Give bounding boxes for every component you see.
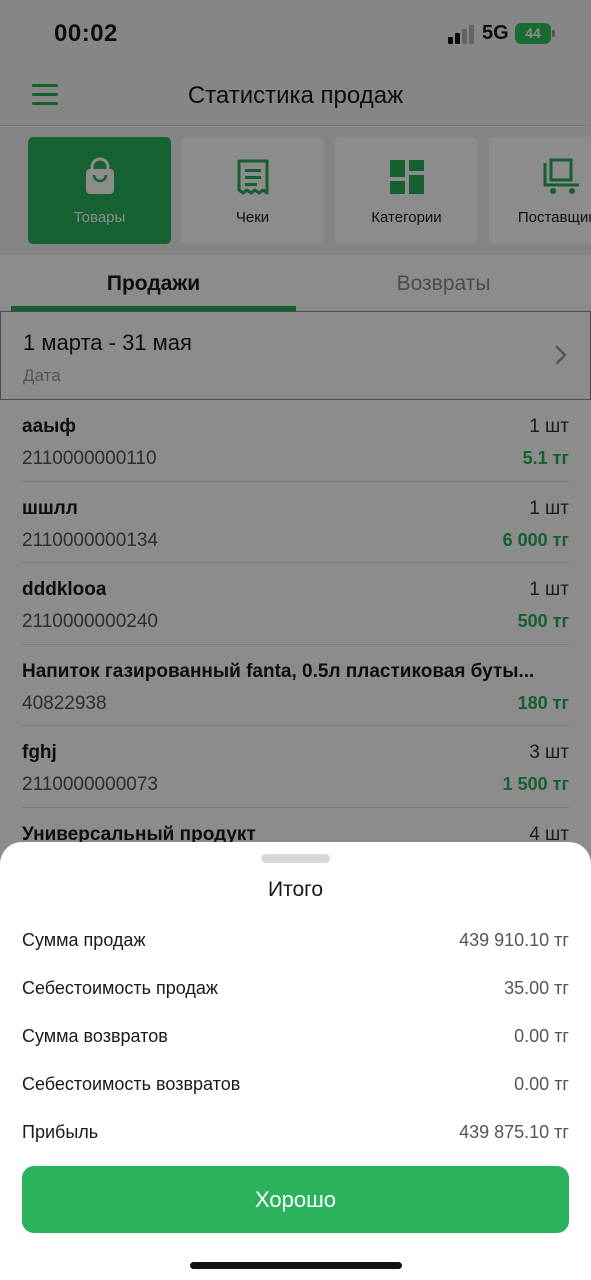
summary-value: 439 910.10 тг [459, 930, 569, 950]
summary-label: Себестоимость продаж [22, 978, 218, 998]
sheet-title: Итого [267, 878, 324, 901]
summary-value: 0.00 тг [514, 1026, 569, 1046]
summary-row-returns-cost: Себестоимость возвратов 0.00 тг [22, 1074, 569, 1104]
sheet-drag-handle[interactable] [261, 854, 330, 863]
home-indicator [190, 1262, 402, 1269]
summary-value: 35.00 тг [504, 978, 569, 998]
summary-row-sales-cost: Себестоимость продаж 35.00 тг [22, 978, 569, 1008]
summary-label: Сумма возвратов [22, 1026, 168, 1046]
summary-label: Прибыль [22, 1122, 99, 1142]
summary-row-returns-total: Сумма возвратов 0.00 тг [22, 1026, 569, 1056]
summary-label: Сумма продаж [22, 930, 146, 950]
summary-row-sales-total: Сумма продаж 439 910.10 тг [22, 930, 569, 960]
summary-row-profit: Прибыль 439 875.10 тг [22, 1122, 569, 1152]
summary-value: 439 875.10 тг [459, 1122, 569, 1142]
summary-value: 0.00 тг [514, 1074, 569, 1094]
summary-label: Себестоимость возвратов [22, 1074, 241, 1094]
ok-button[interactable]: Хорошо [22, 1166, 569, 1233]
totals-bottom-sheet: Итого Сумма продаж 439 910.10 тг Себесто… [0, 842, 591, 1280]
